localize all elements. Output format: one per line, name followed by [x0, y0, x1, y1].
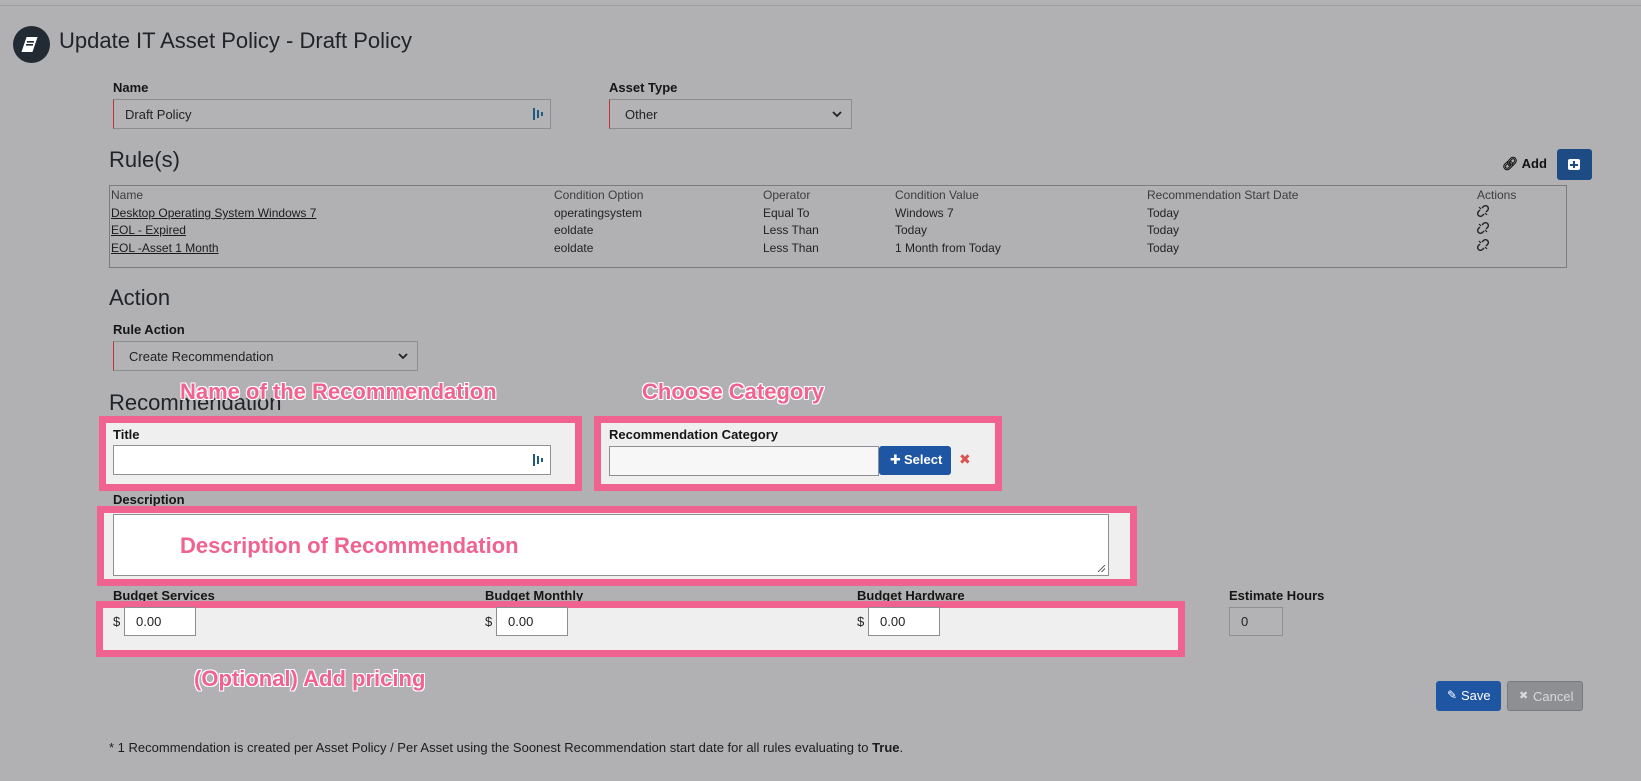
category-label: Recommendation Category	[609, 427, 779, 442]
plus-square-icon	[1568, 159, 1580, 170]
clear-category-icon[interactable]: ✖	[959, 451, 971, 468]
annotation-choose-category: Choose Category	[642, 379, 825, 404]
column-header-start-date: Recommendation Start Date	[1147, 188, 1299, 202]
rule-condition-option: eoldate	[554, 223, 594, 237]
rule-start-date: Today	[1147, 223, 1180, 237]
save-button[interactable]: ✎ Save	[1436, 681, 1501, 711]
rule-operator: Equal To	[763, 206, 810, 220]
book-icon	[13, 26, 50, 63]
rule-name-link[interactable]: EOL -Asset 1 Month	[111, 241, 219, 255]
column-header-condition-value: Condition Value	[895, 188, 979, 202]
rule-operator: Less Than	[763, 223, 819, 237]
plus-icon: ✚	[890, 452, 901, 467]
rules-table	[109, 185, 1567, 268]
title-input[interactable]	[113, 445, 551, 475]
rule-name-link[interactable]: Desktop Operating System Windows 7	[111, 206, 316, 220]
budget-services-value: 0.00	[136, 614, 162, 629]
budget-hardware-input[interactable]: 0.00	[868, 607, 940, 636]
estimate-hours-input[interactable]: 0	[1229, 607, 1283, 636]
annotation-description: Description of Recommendation	[180, 533, 519, 558]
name-input[interactable]: Draft Policy	[113, 99, 551, 129]
rule-condition-value: Windows 7	[895, 206, 954, 220]
rule-operator: Less Than	[763, 241, 819, 255]
link-icon: 🔗︎	[1502, 156, 1519, 171]
asset-type-select[interactable]: Other	[609, 99, 852, 129]
currency-symbol: $	[485, 614, 493, 629]
estimate-hours-value: 0	[1241, 614, 1249, 629]
annotation-optional-pricing: (Optional) Add pricing	[194, 666, 426, 691]
add-rule-label: Add	[1521, 156, 1547, 171]
column-header-name: Name	[111, 188, 144, 202]
asset-type-label: Asset Type	[609, 80, 678, 95]
unlink-icon[interactable]	[1477, 205, 1489, 217]
cancel-button-label: Cancel	[1533, 689, 1574, 704]
footnote-text: * 1 Recommendation is created per Asset …	[109, 740, 873, 755]
rule-condition-value: 1 Month from Today	[895, 241, 1001, 255]
column-header-actions: Actions	[1477, 188, 1517, 202]
estimate-hours-label: Estimate Hours	[1229, 588, 1325, 603]
title-label: Title	[113, 427, 140, 442]
save-button-label: Save	[1461, 688, 1491, 703]
rule-action-label: Rule Action	[113, 322, 185, 337]
page-title: Update IT Asset Policy - Draft Policy	[59, 28, 412, 53]
select-button-label: Select	[904, 452, 943, 467]
password-manager-icon[interactable]	[533, 454, 543, 466]
currency-symbol: $	[857, 614, 865, 629]
column-header-operator: Operator	[763, 188, 811, 202]
rule-action-value: Create Recommendation	[129, 349, 274, 364]
rule-condition-option: eoldate	[554, 241, 594, 255]
rule-start-date: Today	[1147, 241, 1180, 255]
rules-heading: Rule(s)	[109, 147, 180, 172]
budget-monthly-value: 0.00	[508, 614, 534, 629]
rule-condition-option: operatingsystem	[554, 206, 643, 220]
column-header-condition-option: Condition Option	[554, 188, 644, 202]
description-label: Description	[113, 492, 185, 507]
chevron-down-icon	[832, 111, 842, 118]
add-rule-link[interactable]: 🔗︎ Add	[1502, 156, 1547, 172]
footnote-end: .	[899, 740, 904, 755]
currency-symbol: $	[113, 614, 121, 629]
budget-monthly-input[interactable]: 0.00	[496, 607, 568, 636]
password-manager-icon[interactable]	[533, 108, 543, 120]
name-label: Name	[113, 80, 149, 95]
name-value: Draft Policy	[125, 107, 192, 122]
action-heading: Action	[109, 285, 171, 310]
rule-condition-value: Today	[895, 223, 928, 237]
asset-type-value: Other	[625, 107, 658, 122]
chevron-down-icon	[398, 353, 408, 360]
rule-start-date: Today	[1147, 206, 1180, 220]
select-category-button[interactable]: ✚ Select	[879, 446, 951, 475]
unlink-icon[interactable]	[1477, 222, 1489, 234]
top-divider	[0, 5, 1641, 6]
pencil-icon: ✎	[1447, 688, 1458, 702]
unlink-icon[interactable]	[1477, 239, 1489, 251]
category-input[interactable]	[609, 446, 879, 476]
rule-name-link[interactable]: EOL - Expired	[111, 223, 186, 237]
add-rule-button[interactable]	[1557, 149, 1592, 180]
annotation-name-of-recommendation: Name of the Recommendation	[180, 379, 497, 404]
resize-handle-icon[interactable]	[1098, 565, 1105, 572]
budget-services-input[interactable]: 0.00	[124, 607, 196, 636]
cancel-button[interactable]: ✖ Cancel	[1507, 681, 1583, 711]
budget-hardware-value: 0.00	[880, 614, 906, 629]
rule-action-select[interactable]: Create Recommendation	[113, 341, 418, 371]
footnote: * 1 Recommendation is created per Asset …	[109, 740, 903, 755]
close-icon: ✖	[1519, 690, 1529, 702]
footnote-bold: True	[872, 740, 900, 755]
pricing-highlight	[96, 601, 1185, 657]
